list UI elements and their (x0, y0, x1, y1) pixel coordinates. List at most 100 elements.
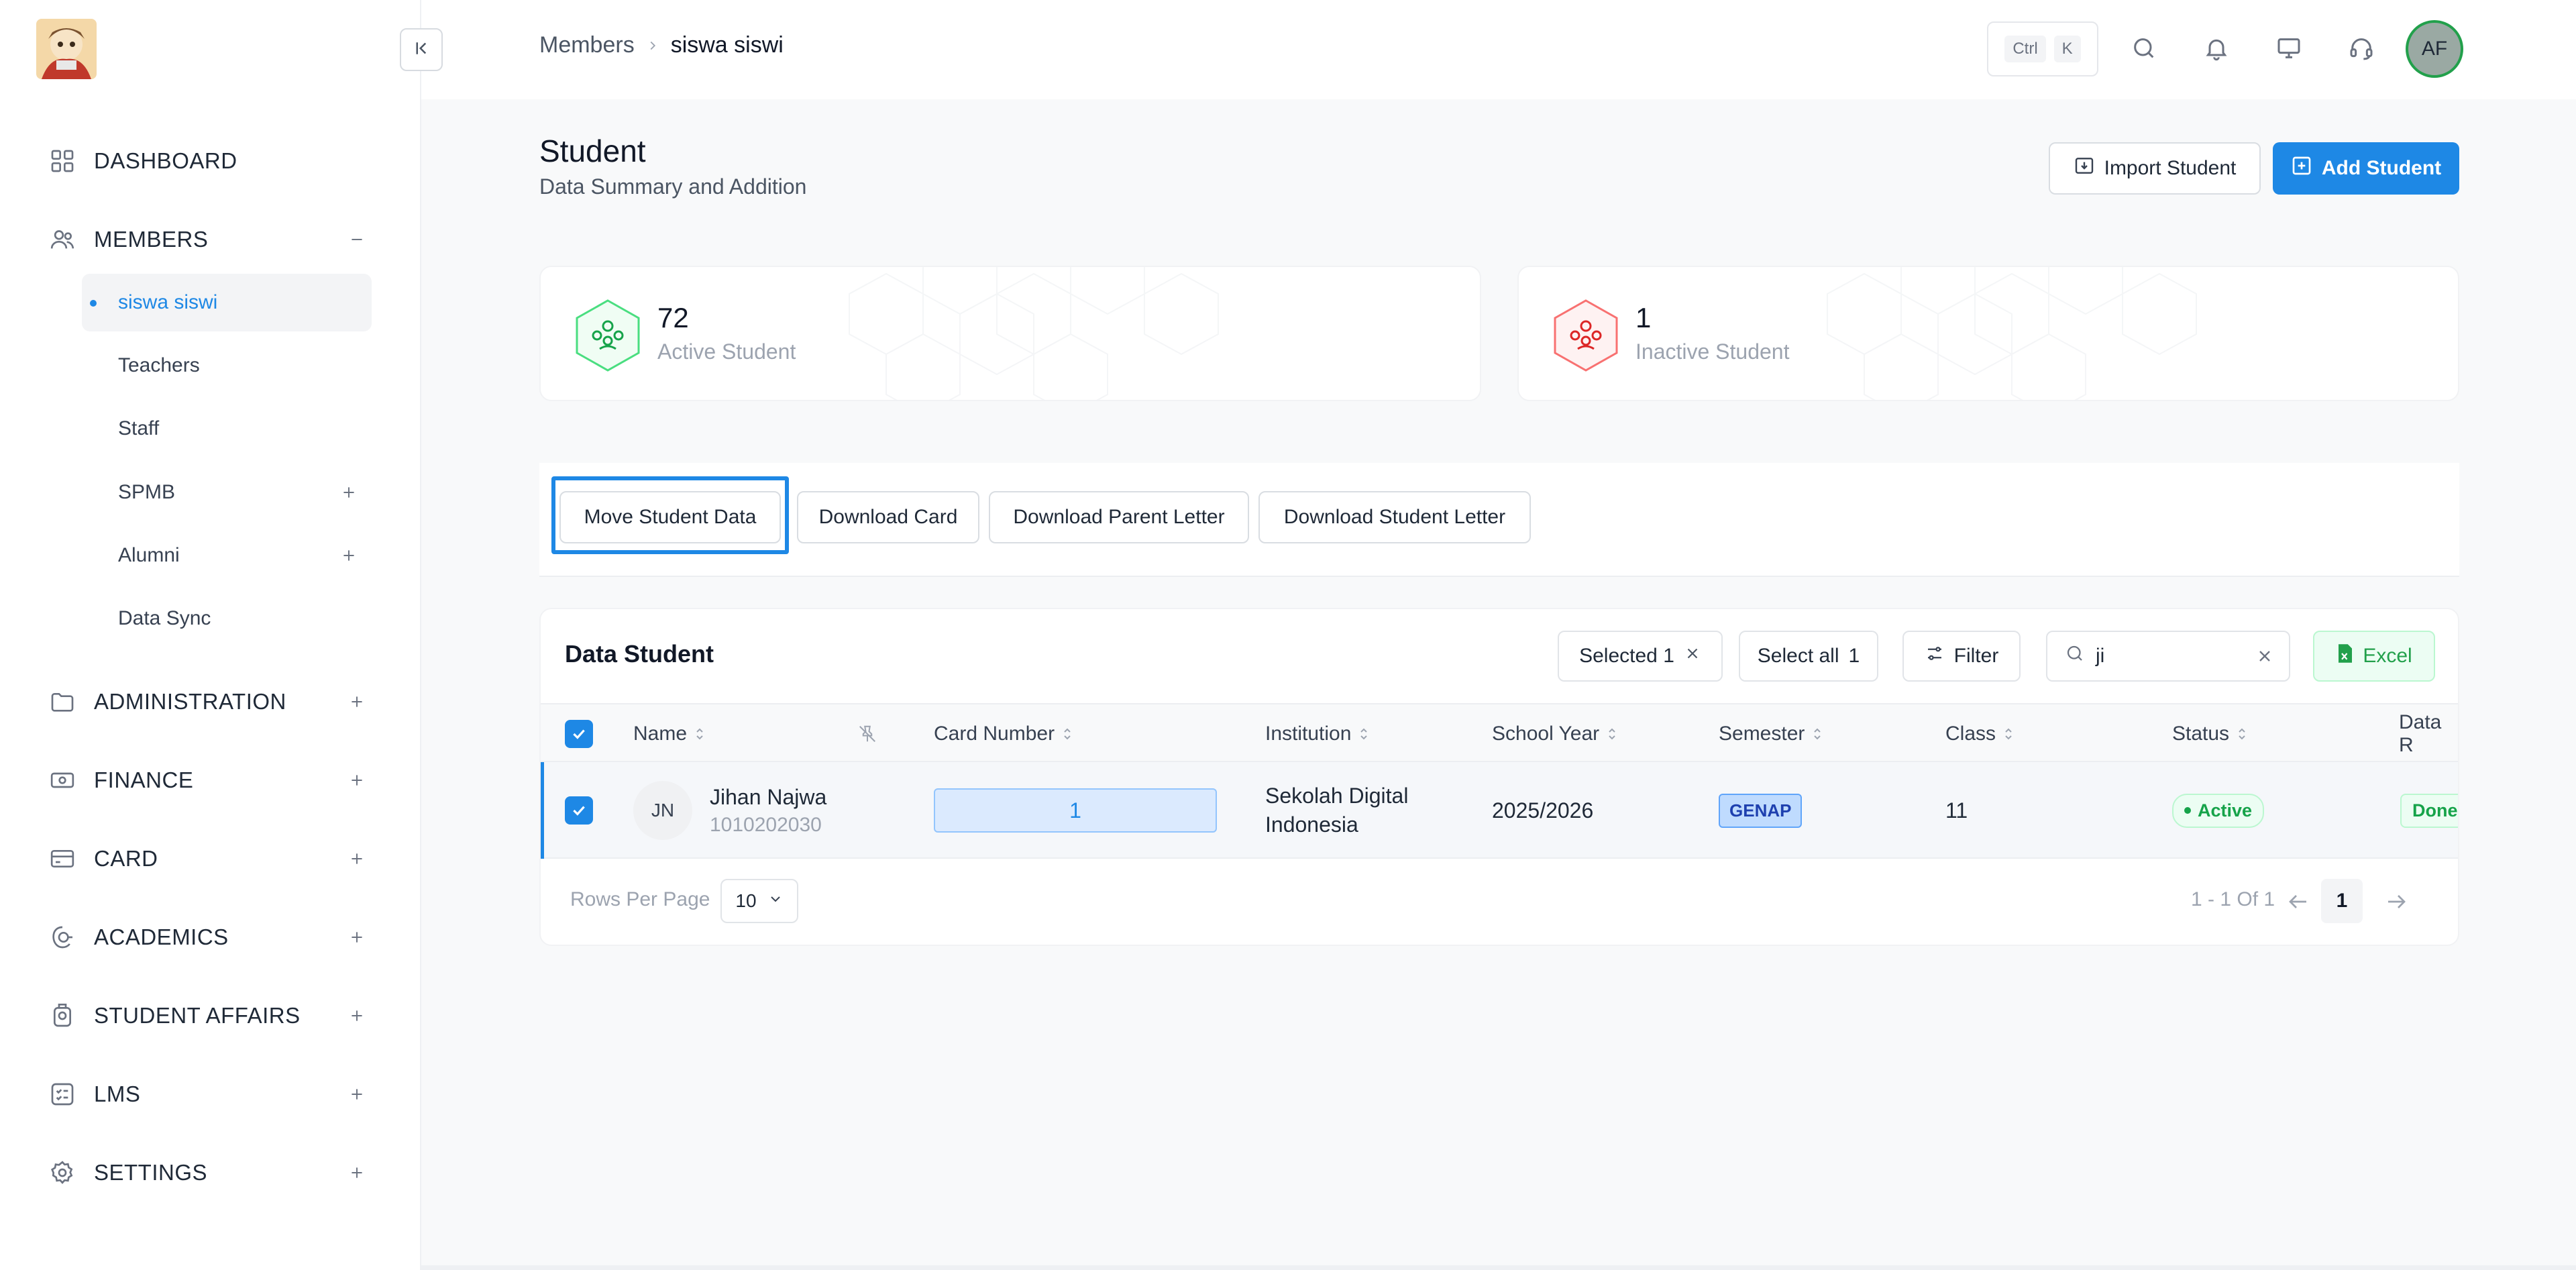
search-value: ji (2096, 645, 2105, 667)
kbd-k: K (2053, 36, 2081, 62)
selected-count-button[interactable]: Selected 1 (1558, 631, 1723, 682)
add-student-label: Add Student (2321, 157, 2442, 179)
chevron-right-icon (645, 38, 660, 53)
sidebar-item-label: Staff (118, 417, 160, 439)
expand-plus-icon[interactable] (345, 1004, 369, 1028)
sidebar-item-data-sync[interactable]: Data Sync (82, 590, 372, 647)
column-header-data-r[interactable]: Data R (2399, 704, 2458, 763)
student-avatar: JN (633, 781, 692, 840)
nav-administration[interactable]: ADMINISTRATION (47, 682, 369, 722)
sidebar-item-spmb[interactable]: SPMB (82, 464, 372, 521)
search-icon[interactable] (2125, 30, 2163, 67)
nav-label: MEMBERS (94, 227, 209, 252)
column-header-semester[interactable]: Semester (1719, 704, 1822, 763)
page-number-button[interactable]: 1 (2321, 879, 2363, 923)
column-header-class[interactable]: Class (1945, 704, 2013, 763)
clear-search-icon[interactable] (2255, 647, 2274, 671)
sidebar-item-teachers[interactable]: Teachers (82, 337, 372, 394)
arrow-right-icon[interactable] (2380, 886, 2412, 918)
user-avatar[interactable]: AF (2406, 20, 2463, 78)
card-number-value[interactable]: 1 (934, 788, 1217, 833)
sidebar-item-label: Alumni (118, 544, 180, 566)
monitor-icon[interactable] (2270, 30, 2308, 67)
hexagon-pattern (849, 267, 1219, 400)
student-id: 1010202030 (710, 813, 822, 836)
column-header-status[interactable]: Status (2172, 704, 2247, 763)
close-icon[interactable] (1684, 645, 1701, 668)
status-badge: Active (2172, 793, 2265, 828)
add-student-button[interactable]: Add Student (2273, 142, 2459, 195)
expand-plus-icon[interactable] (345, 1161, 369, 1185)
sidebar-item-label: Teachers (118, 354, 200, 376)
collapse-sidebar-button[interactable] (400, 28, 443, 71)
download-student-letter-button[interactable]: Download Student Letter (1258, 491, 1531, 543)
nav-card[interactable]: CARD (47, 839, 369, 879)
hexagon-pattern (1827, 267, 2197, 400)
nav-academics[interactable]: ACADEMICS (47, 917, 369, 957)
nav-lms[interactable]: LMS (47, 1074, 369, 1114)
table-header: Name Card Number Institution School Year… (541, 703, 2458, 763)
data-r-badge: Done (2400, 793, 2458, 828)
expand-plus-icon[interactable] (345, 690, 369, 714)
inactive-student-count: 1 (1635, 302, 1652, 333)
rows-per-page-value: 10 (735, 890, 757, 911)
filter-icon (1925, 643, 1945, 669)
nav-finance[interactable]: FINANCE (47, 760, 369, 800)
select-all-checkbox[interactable] (565, 704, 593, 763)
pagination-info: 1 - 1 Of 1 (2191, 888, 2275, 910)
badge-icon (47, 1000, 78, 1031)
checklist-icon (47, 1079, 78, 1110)
institution-line-1: Sekolah Digital (1265, 784, 1409, 808)
select-all-button[interactable]: Select all 1 (1739, 631, 1878, 682)
arrow-left-icon[interactable] (2282, 886, 2314, 918)
student-name[interactable]: Jihan Najwa (710, 785, 826, 810)
collapse-left-icon (411, 38, 431, 62)
filter-button[interactable]: Filter (1902, 631, 2021, 682)
import-student-button[interactable]: Import Student (2049, 142, 2261, 195)
institution-line-2: Indonesia (1265, 812, 1358, 837)
move-student-data-button[interactable]: Move Student Data (559, 491, 781, 543)
semester-badge: GENAP (1719, 793, 1803, 828)
bulk-action-bar: Move Student Data Download Card Download… (539, 463, 2459, 577)
sidebar-item-alumni[interactable]: Alumni (82, 527, 372, 584)
unpin-icon[interactable] (857, 704, 877, 763)
collapse-minus-icon[interactable] (345, 227, 369, 252)
expand-plus-icon[interactable] (345, 1082, 369, 1106)
download-parent-letter-button[interactable]: Download Parent Letter (989, 491, 1249, 543)
sort-icon (1063, 726, 1072, 742)
data-r-cell: Done (2400, 762, 2458, 859)
column-header-name[interactable]: Name (633, 704, 704, 763)
download-card-button[interactable]: Download Card (797, 491, 979, 543)
plus-square-icon (2291, 155, 2312, 182)
page-title: Student (539, 134, 646, 168)
sidebar-item-staff[interactable]: Staff (82, 400, 372, 458)
search-icon (2065, 643, 2085, 669)
headset-icon[interactable] (2343, 30, 2380, 67)
nav-members[interactable]: MEMBERS (47, 219, 369, 260)
bell-icon[interactable] (2198, 30, 2235, 67)
table-search-input[interactable]: ji (2046, 631, 2290, 682)
nav-dashboard[interactable]: DASHBOARD (47, 141, 369, 181)
expand-plus-icon[interactable] (337, 480, 361, 505)
column-header-institution[interactable]: Institution (1265, 704, 1368, 763)
command-palette-shortcut[interactable]: Ctrl K (1987, 21, 2098, 76)
expand-plus-icon[interactable] (337, 543, 361, 568)
column-header-school-year[interactable]: School Year (1492, 704, 1617, 763)
sort-icon (1607, 726, 1617, 742)
app-logo[interactable] (36, 19, 97, 79)
sort-icon (695, 726, 704, 742)
expand-plus-icon[interactable] (345, 925, 369, 949)
expand-plus-icon[interactable] (345, 847, 369, 871)
row-checkbox[interactable] (565, 762, 593, 859)
nav-settings[interactable]: SETTINGS (47, 1153, 369, 1193)
rows-per-page-select[interactable]: 10 (720, 879, 798, 923)
card-number-cell: 1 (934, 762, 1217, 859)
sidebar-item-siswa-siswi[interactable]: siswa siswi (82, 274, 372, 331)
breadcrumb-members[interactable]: Members (539, 32, 635, 58)
table-row[interactable]: JN Jihan Najwa 1010202030 1 Sekolah Digi… (541, 762, 2458, 859)
expand-plus-icon[interactable] (345, 768, 369, 792)
nav-student-affairs[interactable]: STUDENT AFFAIRS (47, 996, 369, 1036)
export-excel-button[interactable]: Excel (2313, 631, 2435, 682)
column-header-card-number[interactable]: Card Number (934, 704, 1072, 763)
active-student-count: 72 (657, 302, 689, 333)
